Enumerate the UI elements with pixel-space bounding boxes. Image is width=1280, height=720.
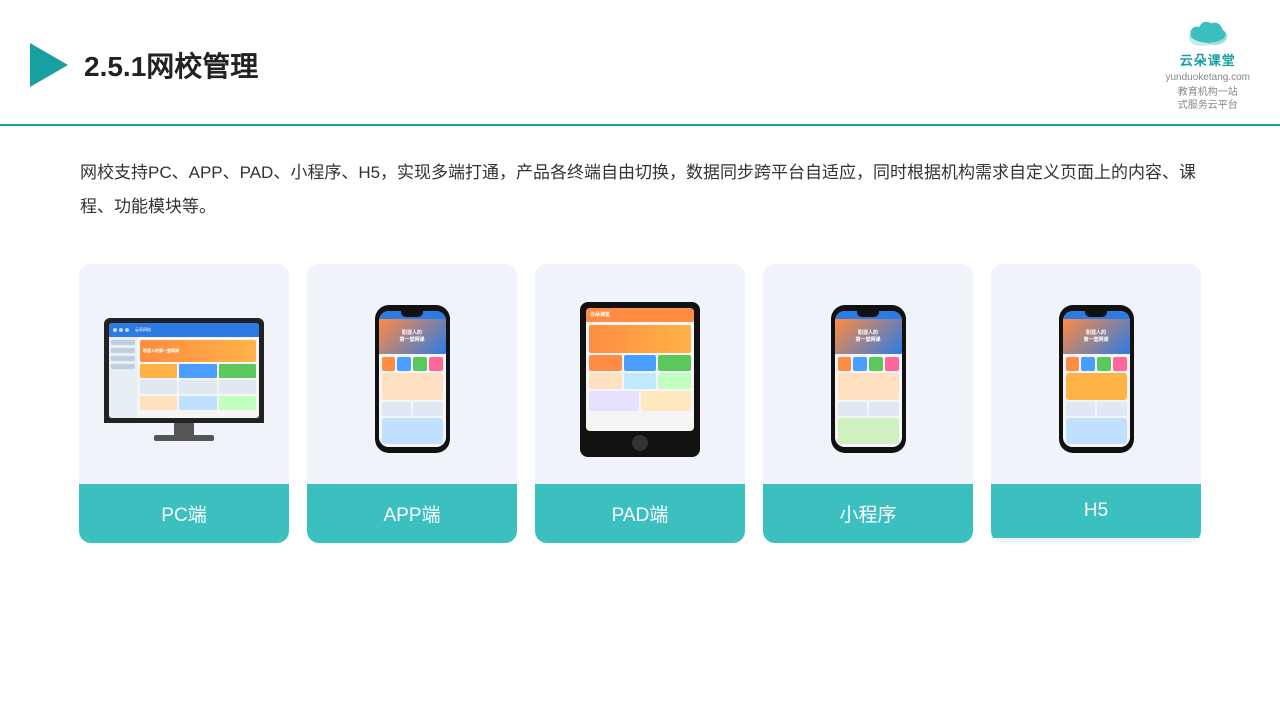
header-left: 2.5.1网校管理 bbox=[30, 43, 258, 87]
header: 2.5.1网校管理 云朵课堂 yunduoketang.com 教育机构一站 式… bbox=[0, 0, 1280, 126]
pc-monitor-icon: 云朵网校 职涯人的第一堂网课 bbox=[104, 318, 264, 441]
brand-logo: 云朵课堂 yunduoketang.com 教育机构一站 式服务云平台 bbox=[1165, 18, 1250, 112]
card-app-image: 职涯人的第一堂网课 bbox=[307, 264, 517, 484]
card-miniprogram-image: 职涯人的第一堂网课 bbox=[763, 264, 973, 484]
card-pc: 云朵网校 职涯人的第一堂网课 bbox=[79, 264, 289, 543]
card-pad-label: PAD端 bbox=[535, 484, 745, 543]
brand-icon bbox=[1184, 18, 1232, 48]
card-h5-image: 职涯人的第一堂网课 bbox=[991, 264, 1201, 484]
card-pad-image: 云朵课堂 bbox=[535, 264, 745, 484]
tablet-pad-icon: 云朵课堂 bbox=[580, 302, 700, 457]
card-miniprogram: 职涯人的第一堂网课 bbox=[763, 264, 973, 543]
card-h5: 职涯人的第一堂网课 bbox=[991, 264, 1201, 543]
cloud-icon bbox=[1184, 18, 1232, 48]
card-pc-image: 云朵网校 职涯人的第一堂网课 bbox=[79, 264, 289, 484]
card-app-label: APP端 bbox=[307, 484, 517, 543]
phone-miniprogram-icon: 职涯人的第一堂网课 bbox=[831, 305, 906, 453]
cards-container: 云朵网校 职涯人的第一堂网课 bbox=[0, 234, 1280, 573]
phone-h5-icon: 职涯人的第一堂网课 bbox=[1059, 305, 1134, 453]
card-h5-label: H5 bbox=[991, 484, 1201, 538]
phone-app-icon: 职涯人的第一堂网课 bbox=[375, 305, 450, 453]
card-app: 职涯人的第一堂网课 bbox=[307, 264, 517, 543]
logo-triangle-icon bbox=[30, 43, 68, 87]
brand-url: yunduoketang.com bbox=[1165, 71, 1250, 84]
card-miniprogram-label: 小程序 bbox=[763, 484, 973, 543]
card-pc-label: PC端 bbox=[79, 484, 289, 543]
brand-name: 云朵课堂 bbox=[1180, 50, 1236, 69]
page-title: 2.5.1网校管理 bbox=[84, 45, 258, 85]
description-text: 网校支持PC、APP、PAD、小程序、H5，实现多端打通，产品各终端自由切换，数… bbox=[0, 126, 1280, 234]
card-pad: 云朵课堂 bbox=[535, 264, 745, 543]
description-paragraph: 网校支持PC、APP、PAD、小程序、H5，实现多端打通，产品各终端自由切换，数… bbox=[80, 156, 1200, 224]
brand-tagline: 教育机构一站 式服务云平台 bbox=[1178, 86, 1238, 112]
